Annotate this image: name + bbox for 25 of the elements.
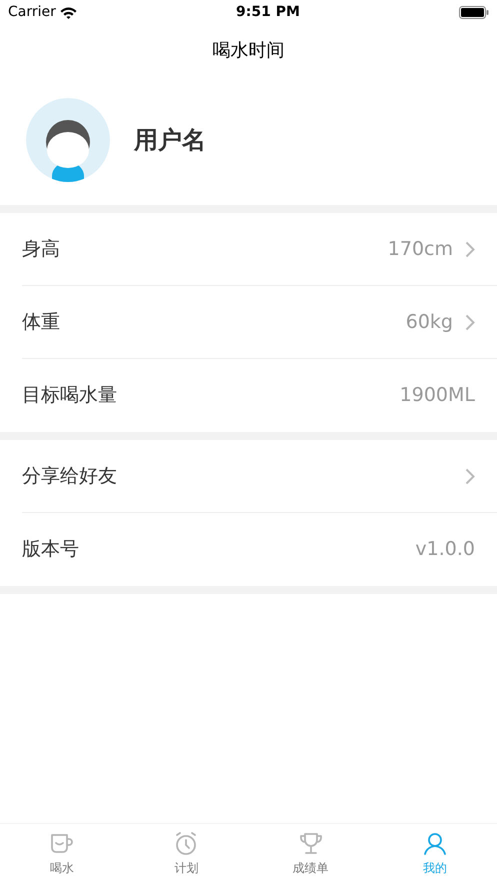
status-time: 9:51 PM xyxy=(236,3,300,22)
settings-row[interactable]: 版本号 v1.0.0 xyxy=(22,513,497,586)
tab-bar-item[interactable]: 喝水 xyxy=(0,830,124,876)
tab-bar-item[interactable]: 计划 xyxy=(124,830,248,876)
settings-row[interactable]: 身高 170cm xyxy=(22,213,497,286)
battery-icon xyxy=(459,6,489,19)
row-value: v1.0.0 xyxy=(415,537,475,562)
person-icon xyxy=(422,830,448,856)
trophy-icon xyxy=(298,830,324,856)
row-value: 170cm xyxy=(388,236,453,262)
row-value: 60kg xyxy=(406,310,453,335)
settings-row[interactable]: 体重 60kg xyxy=(22,286,497,359)
row-label: 体重 xyxy=(22,310,60,335)
nav-title: 喝水时间 xyxy=(212,38,284,62)
row-value: 1900ML xyxy=(400,383,475,408)
username: 用户名 xyxy=(134,125,206,156)
row-label: 目标喝水量 xyxy=(22,383,117,408)
settings-row[interactable]: 分享给好友 xyxy=(22,440,497,513)
tab-bar-item[interactable]: 成绩单 xyxy=(248,830,373,876)
carrier-label: Carrier xyxy=(8,3,56,22)
wifi-icon xyxy=(60,6,77,18)
row-label: 分享给好友 xyxy=(22,464,117,489)
row-label: 版本号 xyxy=(22,537,79,562)
row-label: 身高 xyxy=(22,236,60,262)
settings-row[interactable]: 目标喝水量 1900ML xyxy=(22,359,497,432)
